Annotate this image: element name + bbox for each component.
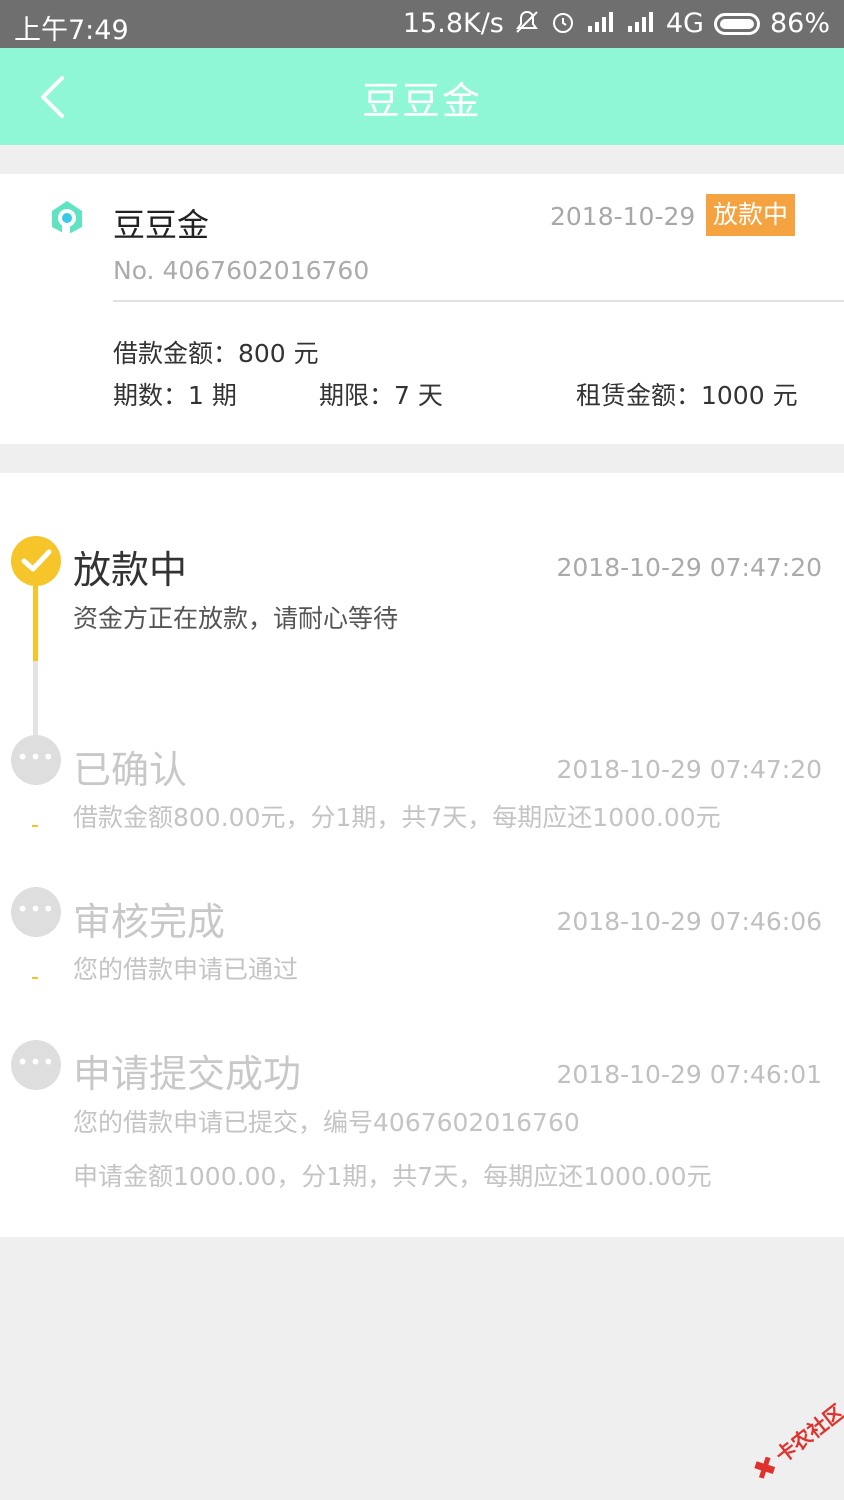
- status-badge: 放款中: [706, 194, 795, 236]
- step-description: 借款金额800.00元，分1期，共7天，每期应还1000.00元: [73, 803, 721, 832]
- step-time: 2018-10-29 07:47:20: [556, 755, 822, 784]
- step-time: 2018-10-29 07:46:06: [556, 907, 822, 936]
- page-title: 豆豆金: [361, 79, 482, 123]
- signal-icon: [626, 10, 656, 38]
- step-title: 申请提交成功: [73, 1052, 302, 1096]
- net-speed: 15.8K/s: [402, 8, 504, 39]
- brand-name: 豆豆金: [113, 206, 210, 244]
- step-title: 审核完成: [73, 900, 226, 944]
- step-description: 您的借款申请已通过: [73, 955, 299, 984]
- timeline-line: [33, 661, 38, 741]
- loan-amount: 借款金额：800 元: [113, 339, 319, 368]
- step-time: 2018-10-29 07:47:20: [556, 553, 822, 582]
- divider: [113, 300, 844, 302]
- step-time: 2018-10-29 07:46:01: [556, 1060, 822, 1089]
- progress-timeline: 放款中 2018-10-29 07:47:20 资金方正在放款，请耐心等待 ••…: [0, 473, 844, 1237]
- status-time: 上午7:49: [14, 15, 129, 46]
- loan-duration: 期限：7 天: [319, 381, 443, 410]
- battery-icon: [713, 12, 760, 35]
- brand-logo-icon: [48, 199, 86, 237]
- network-type: 4G: [665, 8, 704, 39]
- status-right: 15.8K/s 4G 86%: [403, 8, 830, 39]
- ellipsis-circle-icon: •••: [11, 887, 61, 937]
- watermark-logo: 卡农社区: [740, 1395, 844, 1485]
- step-title: 已确认: [73, 748, 188, 792]
- mute-icon: [514, 9, 540, 39]
- ellipsis-circle-icon: •••: [11, 1040, 61, 1090]
- loan-terms: 期数：1 期: [113, 381, 237, 410]
- status-bar: 上午7:49 15.8K/s 4G 86%: [0, 0, 844, 48]
- step-description: 资金方正在放款，请耐心等待: [73, 604, 399, 633]
- timeline-connector: [32, 825, 38, 827]
- signal-icon: [586, 10, 616, 38]
- loan-info-card: 豆豆金 2018-10-29 放款中 No. 4067602016760 借款金…: [0, 174, 844, 444]
- timeline-connector: [32, 977, 38, 979]
- loan-date: 2018-10-29: [550, 202, 696, 231]
- check-circle-icon: [11, 536, 61, 586]
- watermark-text: 卡农社区: [771, 1400, 844, 1468]
- step-title: 放款中: [73, 548, 188, 592]
- step-description-extra: 申请金额1000.00，分1期，共7天，每期应还1000.00元: [73, 1162, 712, 1191]
- rent-amount: 租赁金额：1000 元: [576, 381, 798, 410]
- app-bar: 豆豆金: [0, 48, 844, 145]
- loan-number: No. 4067602016760: [113, 256, 370, 285]
- alarm-icon: [550, 9, 576, 39]
- ellipsis-circle-icon: •••: [11, 735, 61, 785]
- battery-level: 86%: [769, 8, 830, 39]
- step-description: 您的借款申请已提交，编号4067602016760: [73, 1108, 580, 1137]
